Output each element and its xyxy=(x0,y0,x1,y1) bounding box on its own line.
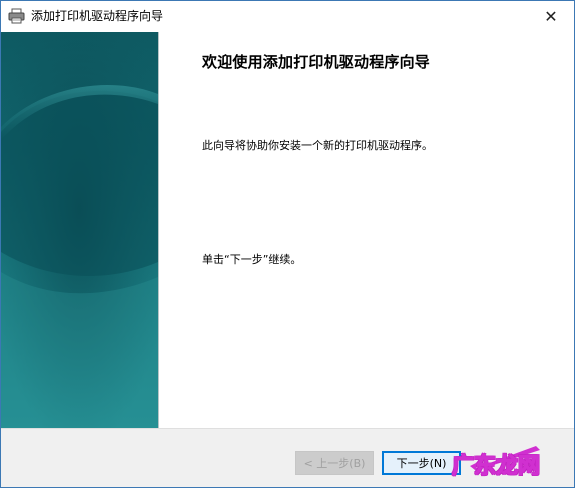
banner-graphic xyxy=(1,32,158,428)
window-title: 添加打印机驱动程序向导 xyxy=(31,9,164,23)
button-footer: < 上一步(B) 下一步(N) xyxy=(1,428,574,487)
wizard-side-banner xyxy=(1,32,158,428)
next-button[interactable]: 下一步(N) xyxy=(382,451,461,475)
intro-text: 此向导将协助你安装一个新的打印机驱动程序。 xyxy=(202,139,433,152)
banner-divider xyxy=(158,32,159,428)
wizard-window: 添加打印机驱动程序向导 ✕ 欢迎使用添加打印机驱动程序向导 此向导将协助你安装一… xyxy=(0,0,575,488)
printer-icon xyxy=(8,8,25,24)
close-icon: ✕ xyxy=(544,7,558,26)
close-button[interactable]: ✕ xyxy=(528,1,574,32)
back-button[interactable]: < 上一步(B) xyxy=(295,451,374,475)
continue-hint: 单击“下一步”继续。 xyxy=(202,253,302,266)
page-title: 欢迎使用添加打印机驱动程序向导 xyxy=(202,53,431,71)
title-bar: 添加打印机驱动程序向导 ✕ xyxy=(1,1,574,32)
